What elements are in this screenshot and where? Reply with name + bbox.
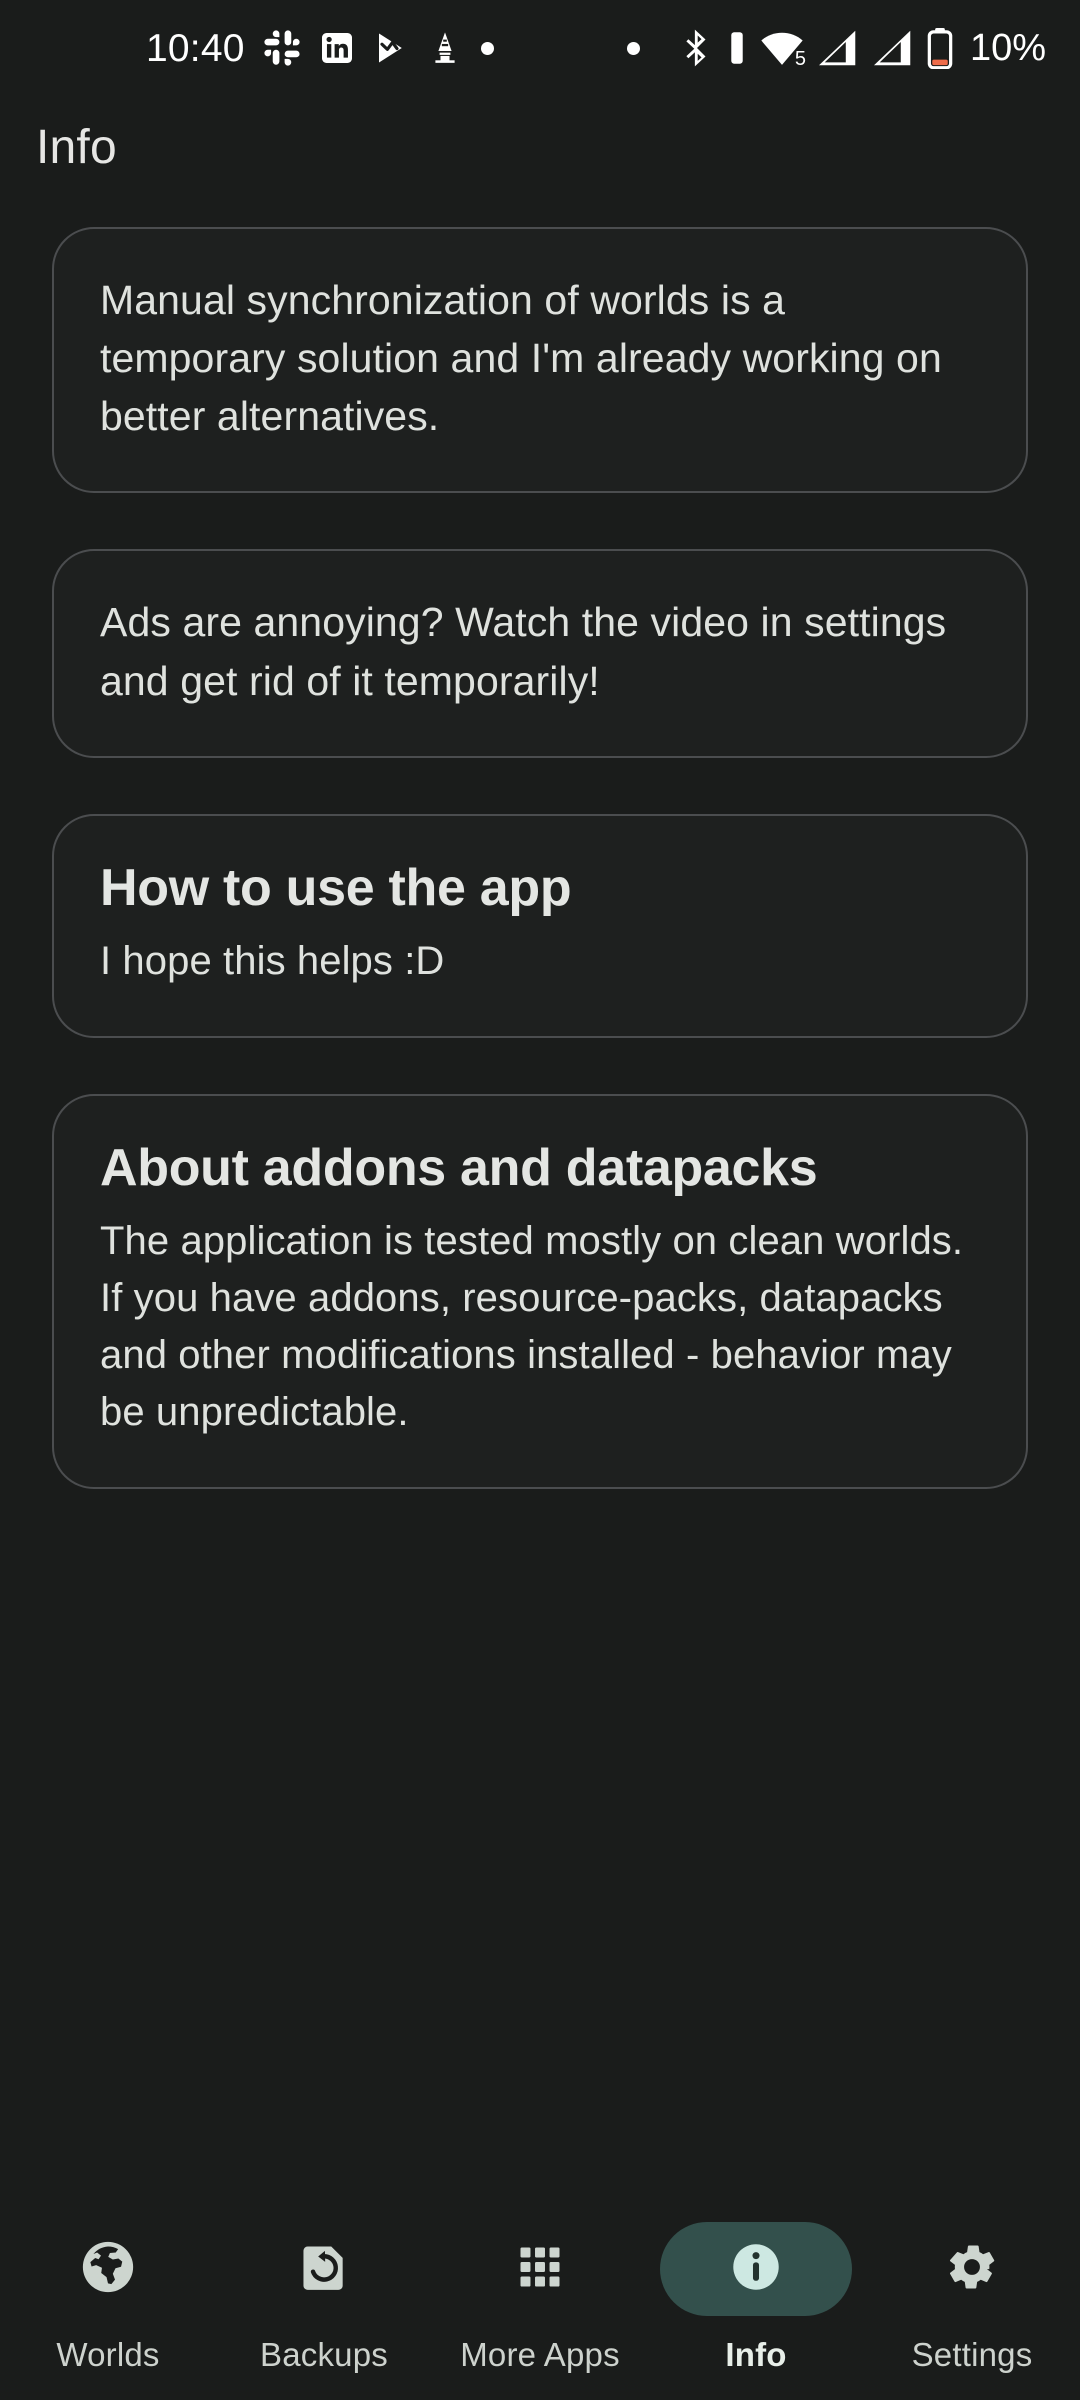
notification-dot-icon <box>626 41 640 55</box>
nav-label-more-apps: More Apps <box>460 2336 620 2373</box>
addons-datapacks-card[interactable]: About addons and datapacks The applicati… <box>52 1094 1028 1489</box>
nav-label-backups: Backups <box>260 2336 388 2373</box>
gear-icon <box>944 2239 1000 2300</box>
wifi-icon: 5 <box>760 29 806 70</box>
status-bar-left: 10:40 <box>0 29 494 68</box>
app-screen: 10:40 5 10% Info Manual synchronization … <box>0 0 1080 2400</box>
alarm-tower-icon <box>427 30 463 66</box>
status-clock: 10:40 <box>146 26 245 70</box>
nav-label-worlds: Worlds <box>56 2336 160 2373</box>
page-title: Info <box>36 121 117 174</box>
signal-sim1-icon <box>817 29 859 67</box>
status-bar: 10:40 5 10% <box>0 0 1080 96</box>
slack-icon <box>263 29 301 67</box>
nav-item-settings[interactable]: Settings <box>864 2222 1080 2374</box>
battery-percent-label: 10% <box>969 27 1046 69</box>
addons-datapacks-card-title: About addons and datapacks <box>100 1139 818 1198</box>
play-store-games-icon <box>373 30 409 66</box>
grid-apps-icon <box>514 2241 566 2298</box>
how-to-use-card[interactable]: How to use the app I hope this helps :D <box>52 813 1028 1039</box>
manual-sync-card-body: Manual synchronization of worlds is a te… <box>100 276 942 440</box>
nav-pill-info[interactable] <box>660 2222 852 2316</box>
nav-item-more-apps[interactable]: More Apps <box>432 2222 648 2374</box>
linkedin-icon <box>319 30 355 66</box>
ads-card-body: Ads are annoying? Watch the video in set… <box>100 599 947 704</box>
info-card-list: Manual synchronization of worlds is a te… <box>0 175 1080 2182</box>
nav-item-info[interactable]: Info <box>648 2222 864 2374</box>
manual-sync-card[interactable]: Manual synchronization of worlds is a te… <box>52 226 1028 494</box>
notification-dot-icon <box>480 41 494 55</box>
restore-file-icon <box>296 2239 352 2300</box>
bluetooth-battery-icon <box>727 28 747 68</box>
nav-pill-settings[interactable] <box>876 2222 1068 2316</box>
info-circle-icon <box>727 2238 785 2301</box>
how-to-use-card-body: I hope this helps :D <box>100 939 445 984</box>
nav-pill-backups[interactable] <box>228 2222 420 2316</box>
globe-icon <box>79 2238 137 2301</box>
nav-item-worlds[interactable]: Worlds <box>0 2222 216 2374</box>
addons-datapacks-card-body: The application is tested mostly on clea… <box>100 1219 964 1434</box>
nav-pill-more-apps[interactable] <box>444 2222 636 2316</box>
bottom-navigation-bar: Worlds Backups More Apps Info Settings <box>0 2182 1080 2400</box>
wifi-level-label: 5 <box>794 48 806 70</box>
battery-icon <box>927 27 953 69</box>
bluetooth-icon <box>680 28 714 68</box>
signal-sim2-icon <box>872 29 914 67</box>
nav-label-settings: Settings <box>911 2336 1033 2373</box>
nav-pill-worlds[interactable] <box>12 2222 204 2316</box>
status-bar-right: 5 10% <box>626 27 1046 70</box>
nav-label-info: Info <box>725 2336 787 2373</box>
how-to-use-card-title: How to use the app <box>100 858 572 917</box>
ads-card[interactable]: Ads are annoying? Watch the video in set… <box>52 549 1028 758</box>
nav-item-backups[interactable]: Backups <box>216 2222 432 2374</box>
